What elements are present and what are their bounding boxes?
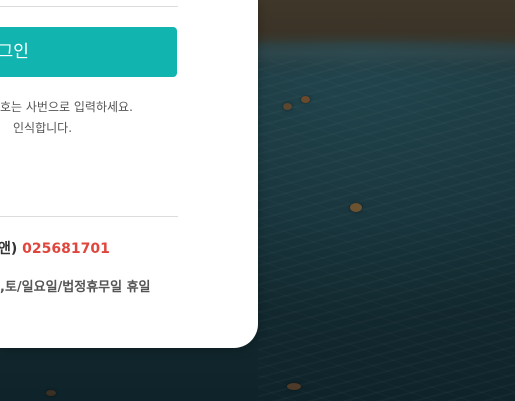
swimmer-figure [283, 103, 292, 110]
help-line-recognition: 인식합니다. [13, 121, 73, 135]
support-phone-number[interactable]: 025681701 [22, 241, 110, 257]
divider [0, 6, 178, 7]
swimmer-figure [301, 96, 310, 103]
login-card: 로그인 호는 사번으로 입력하세요. 인식합니다. 앤) 025681701 ,… [0, 0, 258, 348]
sea-ripples [258, 60, 515, 401]
support-phone-label: 앤) [0, 241, 18, 257]
help-line-id: 호는 사번으로 입력하세요. [0, 100, 133, 114]
login-button-label: 로그인 [0, 42, 29, 62]
divider [0, 216, 178, 217]
login-button[interactable]: 로그인 [0, 27, 177, 77]
swimmer-figure [46, 390, 56, 396]
swimmer-figure [350, 203, 362, 212]
support-hours: ,토/일요일/법정휴무일 휴일 [0, 280, 151, 295]
login-help-text: 호는 사번으로 입력하세요. 인식합니다. [0, 97, 200, 139]
support-phone: 앤) 025681701 [0, 238, 110, 258]
beach-sand [258, 0, 515, 45]
swimmer-figure [287, 383, 301, 390]
